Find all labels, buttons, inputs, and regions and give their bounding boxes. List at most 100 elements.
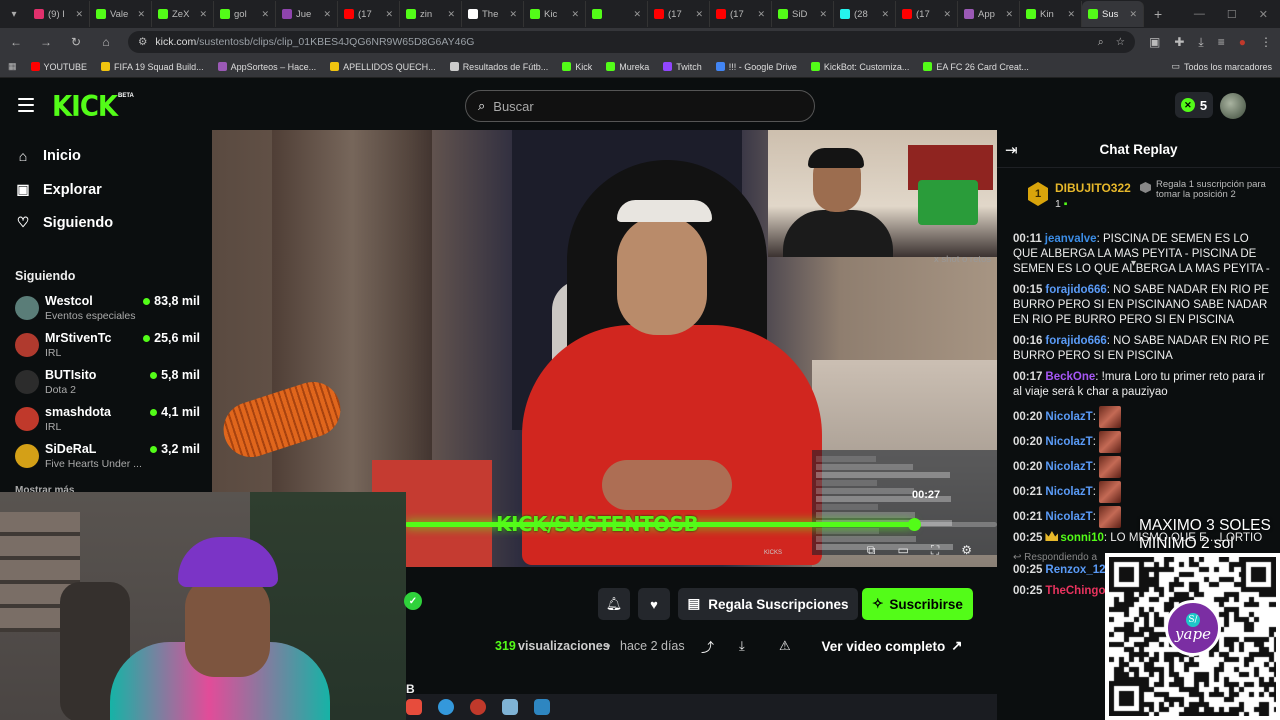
all-bookmarks[interactable]: ▭ Todos los marcadores (1171, 61, 1272, 72)
browser-tab[interactable]: gol ✕ (214, 1, 276, 27)
zoom-icon[interactable]: ⌕ (1098, 36, 1104, 49)
chat-username[interactable]: jeanvalve (1045, 233, 1097, 245)
download-clip-icon[interactable]: ⤓ (739, 638, 745, 654)
close-tab-icon[interactable]: ✕ (199, 9, 207, 20)
close-tab-icon[interactable]: ✕ (757, 9, 765, 20)
bookmark-item[interactable]: Twitch (663, 62, 702, 72)
apps-grid-icon[interactable]: ▦ (8, 61, 17, 72)
bookmark-item[interactable]: FIFA 19 Squad Build... (101, 62, 204, 72)
sidebar-item-inicio[interactable]: ⌂ Inicio (15, 148, 81, 164)
browser-tab[interactable]: (17 ✕ (338, 1, 400, 27)
browser-tab[interactable]: ZeX ✕ (152, 1, 214, 27)
followed-channel[interactable]: BUTIsito Dota 2 5,8 mil (15, 366, 200, 398)
chat-username[interactable]: sonni10 (1060, 532, 1103, 544)
close-tab-icon[interactable]: ✕ (261, 9, 269, 20)
app-icon[interactable] (502, 699, 518, 715)
bookmark-item[interactable]: Mureka (606, 62, 649, 72)
browser-tab[interactable]: (17 ✕ (710, 1, 772, 27)
url-field[interactable]: ⚙ kick.com/sustentosb/clips/clip_01KBES4… (128, 31, 1136, 53)
chat-username[interactable]: NicolazT (1045, 486, 1092, 498)
close-tab-icon[interactable]: ✕ (1005, 9, 1013, 20)
close-tab-icon[interactable]: ✕ (509, 9, 517, 20)
extension-icon[interactable]: ▣ (1149, 35, 1160, 50)
app-icon[interactable] (470, 699, 486, 715)
browser-menu-icon[interactable]: ⋮ (1260, 35, 1272, 50)
browser-tab[interactable]: Kin ✕ (1020, 1, 1082, 27)
browser-tab[interactable]: ✕ (586, 1, 648, 27)
bookmark-item[interactable]: AppSorteos – Hace... (217, 62, 316, 72)
followed-channel[interactable]: SiDeRaL Five Hearts Under ... 3,2 mil (15, 440, 200, 472)
home-browser-icon[interactable]: ⌂ (98, 35, 114, 49)
kick-logo[interactable]: KICK (52, 91, 118, 124)
settings-icon[interactable]: ⚙ (961, 543, 972, 558)
followed-channel[interactable]: smashdota IRL 4,1 mil (15, 403, 200, 435)
close-tab-icon[interactable]: ✕ (633, 9, 641, 20)
chat-username[interactable]: BeckOne (1045, 371, 1095, 383)
report-icon[interactable]: ⚠ (779, 638, 791, 654)
puzzle-icon[interactable]: ✚ (1174, 35, 1184, 50)
app-icon[interactable] (406, 699, 422, 715)
browser-tab[interactable]: Jue ✕ (276, 1, 338, 27)
forward-icon[interactable]: → (38, 35, 54, 49)
chat-username[interactable]: forajido666 (1045, 284, 1106, 296)
bookmark-item[interactable]: Resultados de Fútb... (449, 62, 548, 72)
chat-username[interactable]: NicolazT (1045, 511, 1092, 523)
chat-username[interactable]: NicolazT (1045, 461, 1092, 473)
close-tab-icon[interactable]: ✕ (447, 9, 455, 20)
browser-tab[interactable]: (17 ✕ (648, 1, 710, 27)
follow-button[interactable]: ♥ (638, 588, 670, 620)
close-tab-icon[interactable]: ✕ (943, 9, 951, 20)
gift-subs-button[interactable]: ▤ Regala Suscripciones (678, 588, 858, 620)
browser-tab[interactable]: (28 ✕ (834, 1, 896, 27)
browser-tab[interactable]: Vale ✕ (90, 1, 152, 27)
browser-tab[interactable]: Sus ✕ (1082, 1, 1144, 27)
close-tab-icon[interactable]: ✕ (1067, 9, 1075, 20)
user-avatar[interactable] (1220, 93, 1246, 119)
profile-icon[interactable]: ● (1239, 35, 1246, 50)
notify-button[interactable]: 🔔︎ (598, 588, 630, 620)
followed-channel[interactable]: Westcol Eventos especiales 83,8 mil (15, 292, 200, 324)
new-tab-button[interactable]: + (1144, 6, 1172, 22)
close-tab-icon[interactable]: ✕ (385, 9, 393, 20)
browser-tab[interactable]: The ✕ (462, 1, 524, 27)
share-icon[interactable]: ⤴ (701, 637, 714, 656)
search-bar[interactable]: ⌕ (465, 90, 815, 122)
download-icon[interactable]: ⤓ (1198, 35, 1203, 50)
minimize-icon[interactable]: — (1194, 8, 1205, 21)
back-icon[interactable]: ← (8, 35, 24, 49)
close-tab-icon[interactable]: ✕ (137, 9, 145, 20)
media-icon[interactable]: ≡ (1218, 35, 1225, 50)
followed-channel[interactable]: MrStivenTc IRL 25,6 mil (15, 329, 200, 361)
subscribe-button[interactable]: ✧ Suscribirse (862, 588, 973, 620)
browser-tab[interactable]: App ✕ (958, 1, 1020, 27)
search-input[interactable] (493, 98, 774, 114)
close-tab-icon[interactable]: ✕ (1129, 9, 1137, 20)
browser-tab[interactable]: (9) I ✕ (28, 1, 90, 27)
close-tab-icon[interactable]: ✕ (881, 9, 889, 20)
close-tab-icon[interactable]: ✕ (571, 9, 579, 20)
browser-tab[interactable]: (17 ✕ (896, 1, 958, 27)
close-tab-icon[interactable]: ✕ (819, 9, 827, 20)
progress-bar[interactable] (405, 518, 997, 531)
bookmark-item[interactable]: KickBot: Customiza... (810, 62, 909, 72)
close-window-icon[interactable]: ✕ (1259, 8, 1268, 21)
full-video-button[interactable]: Ver video completo ↗ (812, 632, 972, 660)
sidebar-item-siguiendo[interactable]: ♡ Siguiendo (15, 214, 113, 231)
bookmark-item[interactable]: APELLIDOS QUECH... (330, 62, 436, 72)
browser-tab[interactable]: SiD ✕ (772, 1, 834, 27)
browser-tab[interactable]: zin ✕ (400, 1, 462, 27)
fullscreen-icon[interactable]: ⛶ (931, 543, 939, 558)
chat-username[interactable]: TheChingo (1045, 585, 1105, 597)
browser-tab[interactable]: Kic ✕ (524, 1, 586, 27)
pip-icon[interactable]: ⧉ (867, 543, 876, 558)
bookmark-item[interactable]: !!! - Google Drive (715, 62, 797, 72)
chat-username[interactable]: NicolazT (1045, 436, 1092, 448)
leader-cta[interactable]: Regala 1 suscripción para tomar la posic… (1156, 180, 1266, 200)
bookmark-item[interactable]: YOUTUBE (30, 62, 87, 72)
bookmark-item[interactable]: EA FC 26 Card Creat... (923, 62, 1029, 72)
close-tab-icon[interactable]: ✕ (323, 9, 331, 20)
maximize-icon[interactable]: ☐ (1227, 8, 1237, 21)
kicks-balance[interactable]: ✕ 5 (1175, 92, 1213, 118)
tab-search-icon[interactable]: ▾ (0, 0, 28, 28)
menu-icon[interactable] (18, 98, 34, 112)
